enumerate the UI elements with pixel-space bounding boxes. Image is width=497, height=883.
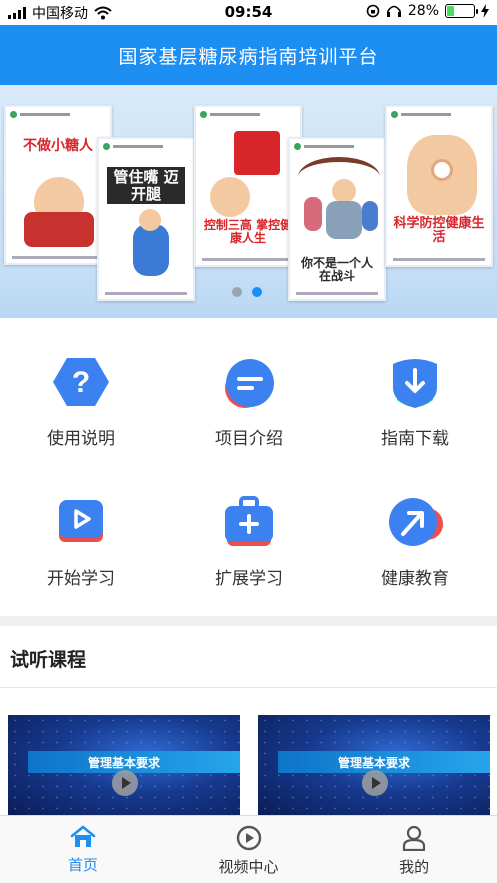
menu-item-label: 指南下载 <box>381 429 449 449</box>
play-icon[interactable] <box>112 770 138 796</box>
poster-title: 管住嘴 迈开腿 <box>107 167 185 204</box>
battery-percent: 28% <box>407 3 439 19</box>
page-title: 国家基层糖尿病指南培训平台 <box>118 45 379 68</box>
carousel-dot-active[interactable] <box>252 287 262 297</box>
menu-item-label: 开始学习 <box>47 569 115 589</box>
rotation-lock-icon <box>366 4 380 18</box>
play-circle-icon <box>236 825 261 851</box>
tab-home[interactable]: 首页 <box>0 816 166 883</box>
play-video-icon <box>53 494 109 550</box>
poster-title: 不做小糖人 <box>23 138 93 154</box>
headphones-icon <box>386 5 401 17</box>
menu-item-project-intro[interactable]: 项目介绍 <box>174 354 324 449</box>
section-separator <box>0 687 497 688</box>
tab-label: 视频中心 <box>218 858 279 876</box>
tab-profile[interactable]: 我的 <box>331 816 497 883</box>
app-header: 国家基层糖尿病指南培训平台 <box>0 25 497 85</box>
banner-poster[interactable]: 管住嘴 迈开腿 <box>97 137 195 301</box>
course-title-band: 管理基本要求 <box>278 751 490 773</box>
banner-poster[interactable]: 不做小糖人 <box>4 105 112 265</box>
status-right: 28% <box>366 3 489 19</box>
poster-title: 科学防控健康生活 <box>393 216 485 246</box>
tab-video-center[interactable]: 视频中心 <box>166 816 332 883</box>
course-card[interactable]: 管理基本要求 <box>8 715 240 815</box>
home-icon <box>70 825 96 847</box>
menu-item-label: 扩展学习 <box>215 569 283 589</box>
carousel-dot[interactable] <box>232 287 242 297</box>
svg-text:?: ? <box>72 366 90 399</box>
menu-item-label: 使用说明 <box>47 429 115 449</box>
menu-item-start-learning[interactable]: 开始学习 <box>6 494 156 589</box>
feature-grid: ? 使用说明 项目介绍 指南下载 开始学习 扩展学习 健康教育 <box>0 318 497 616</box>
medical-kit-icon <box>221 494 277 550</box>
menu-item-label: 健康教育 <box>381 569 449 589</box>
banner-poster[interactable]: 你不是一个人在战斗 <box>288 137 386 301</box>
banner-carousel[interactable]: 不做小糖人 管住嘴 迈开腿 控制三高 掌控健康人生 你不是一个人在战斗 科学防控… <box>0 85 497 318</box>
tab-label: 首页 <box>67 856 98 874</box>
carousel-dots <box>232 287 262 297</box>
menu-item-health-education[interactable]: 健康教育 <box>340 494 490 589</box>
course-title: 管理基本要求 <box>88 755 161 770</box>
menu-item-usage[interactable]: ? 使用说明 <box>6 354 156 449</box>
question-icon: ? <box>53 354 109 410</box>
menu-item-guide-download[interactable]: 指南下载 <box>340 354 490 449</box>
arrow-up-right-icon <box>387 494 443 550</box>
section-title-trial-courses: 试听课程 <box>10 649 87 671</box>
download-icon <box>387 354 443 410</box>
battery-icon <box>445 4 478 18</box>
play-icon[interactable] <box>362 770 388 796</box>
charging-icon <box>481 4 489 18</box>
status-bar: 中国移动 09:54 28% <box>0 0 497 25</box>
banner-poster[interactable]: 科学防控健康生活 <box>385 105 493 267</box>
bottom-tab-bar: 首页 视频中心 我的 <box>0 815 497 883</box>
tab-label: 我的 <box>399 858 430 876</box>
poster-title: 你不是一个人在战斗 <box>300 256 373 284</box>
list-icon <box>221 354 277 410</box>
banner-poster[interactable]: 控制三高 掌控健康人生 <box>194 105 302 267</box>
section-divider <box>0 616 497 626</box>
menu-item-extended-learning[interactable]: 扩展学习 <box>174 494 324 589</box>
course-title: 管理基本要求 <box>338 755 411 770</box>
poster-title: 控制三高 掌控健康人生 <box>203 218 293 246</box>
course-card[interactable]: 管理基本要求 <box>258 715 490 815</box>
course-title-band: 管理基本要求 <box>28 751 240 773</box>
user-icon <box>403 825 426 851</box>
menu-item-label: 项目介绍 <box>215 429 283 449</box>
